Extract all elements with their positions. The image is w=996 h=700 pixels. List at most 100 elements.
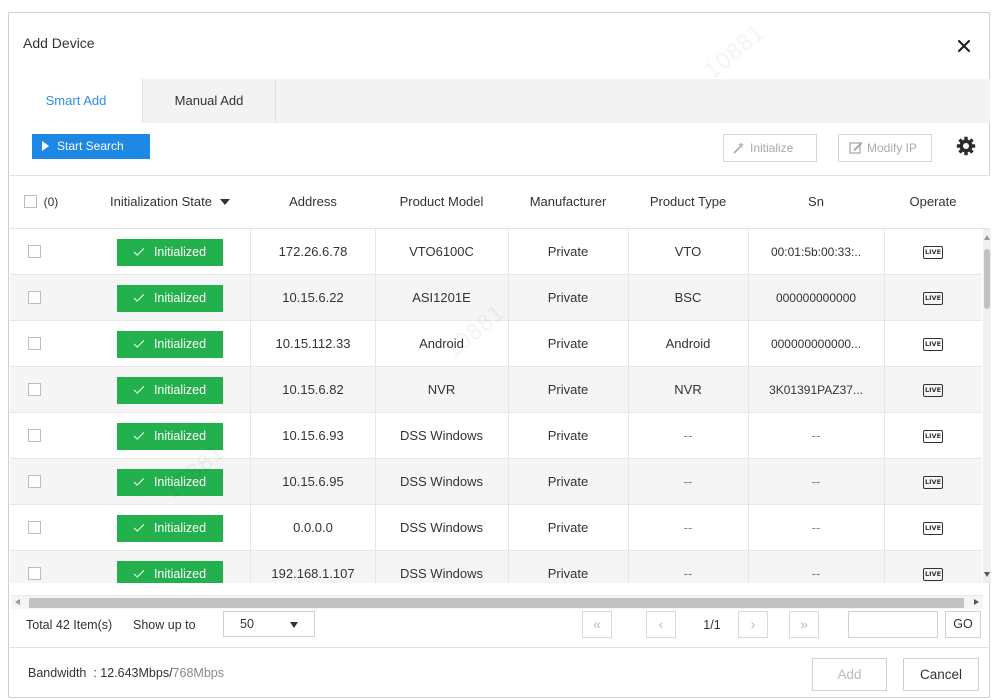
table-row: Initialized 10.15.6.95 DSS Windows Priva… (10, 459, 982, 505)
cell-address: 10.15.112.33 (275, 336, 351, 351)
live-icon[interactable]: LIVE (923, 430, 943, 444)
cell-address: 172.26.6.78 (278, 244, 348, 259)
scroll-down-icon[interactable] (984, 572, 990, 577)
table-body: Initialized 172.26.6.78 VTO6100C Private… (10, 229, 982, 583)
chevron-down-icon (290, 622, 298, 628)
cell-sn: 00:01:5b:00:33:.. (770, 245, 862, 259)
start-search-label: Start Search (57, 139, 124, 153)
tab-bar: Smart Add Manual Add (10, 79, 990, 123)
horizontal-scrollbar[interactable] (11, 595, 983, 609)
status-label: Initialized (153, 383, 207, 397)
cell-model: NVR (427, 382, 456, 397)
initialize-button[interactable]: Initialize (723, 134, 817, 162)
bandwidth-max: 768Mbps (172, 666, 224, 680)
cell-type: NVR (674, 382, 702, 397)
next-page-button[interactable]: › (738, 611, 768, 638)
live-icon[interactable]: LIVE (923, 246, 943, 260)
add-device-dialog: Add Device Smart Add Manual Add Start Se… (8, 12, 991, 698)
page-number-input[interactable] (848, 611, 938, 638)
tab-smart-add[interactable]: Smart Add (10, 79, 142, 123)
table-row: Initialized 192.168.1.107 DSS Windows Pr… (10, 551, 982, 583)
status-label: Initialized (153, 521, 207, 535)
header-address: Address (289, 194, 337, 209)
scroll-thumb[interactable] (984, 249, 990, 309)
live-icon[interactable]: LIVE (923, 568, 943, 582)
header-initialization-state[interactable]: Initialization State (90, 176, 250, 230)
status-badge: Initialized (117, 515, 223, 542)
toolbar: Start Search Initialize Modify IP (10, 133, 990, 173)
vertical-scrollbar[interactable] (983, 229, 991, 583)
cancel-button[interactable]: Cancel (903, 658, 979, 691)
row-checkbox[interactable] (27, 383, 41, 396)
modify-ip-label: Modify IP (867, 141, 918, 155)
check-icon (133, 429, 145, 440)
cell-type: BSC (674, 290, 702, 305)
check-icon (133, 337, 145, 348)
cell-manufacturer: Private (547, 474, 589, 489)
table-row: Initialized 10.15.112.33 Android Private… (10, 321, 982, 367)
scroll-thumb[interactable] (29, 598, 964, 608)
status-label: Initialized (153, 429, 207, 443)
cell-type: VTO (674, 244, 702, 259)
header-label: Initialization State (110, 194, 212, 209)
table-header: (0) Initialization State Address Product… (10, 175, 990, 229)
row-checkbox[interactable] (27, 475, 41, 488)
row-checkbox[interactable] (27, 245, 41, 258)
row-checkbox[interactable] (27, 291, 41, 304)
table-row: Initialized 10.15.6.82 NVR Private NVR 3… (10, 367, 982, 413)
live-icon[interactable]: LIVE (923, 384, 943, 398)
cell-address: 10.15.6.95 (282, 474, 344, 489)
total-items: Total 42 Item(s) (26, 618, 113, 632)
cell-model: ASI1201E (412, 290, 471, 305)
select-count: (0) (43, 195, 59, 209)
cell-address: 10.15.6.82 (282, 382, 344, 397)
modify-ip-button[interactable]: Modify IP (838, 134, 932, 162)
status-badge: Initialized (117, 239, 223, 266)
prev-page-button[interactable]: ‹ (646, 611, 676, 638)
page-size-select[interactable]: 50 (223, 611, 315, 637)
status-label: Initialized (153, 291, 207, 305)
scroll-left-icon[interactable] (15, 599, 20, 605)
row-checkbox[interactable] (27, 521, 41, 534)
table-row: Initialized 10.15.6.93 DSS Windows Priva… (10, 413, 982, 459)
check-icon (133, 567, 145, 578)
status-badge: Initialized (117, 285, 223, 312)
live-icon[interactable]: LIVE (923, 292, 943, 306)
gear-icon[interactable] (956, 136, 976, 156)
row-checkbox[interactable] (27, 429, 41, 442)
live-icon[interactable]: LIVE (923, 522, 943, 536)
cell-type: Android (665, 336, 711, 351)
scroll-up-icon[interactable] (984, 235, 990, 240)
row-checkbox[interactable] (27, 337, 41, 350)
cell-address: 192.168.1.107 (271, 566, 355, 581)
header-manufacturer: Manufacturer (529, 194, 607, 209)
initialize-label: Initialize (750, 141, 794, 155)
select-all-checkbox[interactable] (24, 195, 37, 208)
check-icon (133, 383, 145, 394)
scroll-right-icon[interactable] (974, 599, 979, 605)
device-table: (0) Initialization State Address Product… (10, 175, 991, 609)
check-icon (133, 475, 145, 486)
live-icon[interactable]: LIVE (923, 338, 943, 352)
show-up-to-label: Show up to (133, 618, 196, 632)
start-search-button[interactable]: Start Search (32, 134, 150, 159)
tab-manual-add[interactable]: Manual Add (142, 79, 276, 123)
sort-down-icon[interactable] (219, 199, 230, 205)
go-button[interactable]: GO (945, 611, 981, 638)
last-page-button[interactable]: » (789, 611, 819, 638)
cell-model: DSS Windows (399, 474, 484, 489)
add-button[interactable]: Add (812, 658, 887, 691)
dialog-footer: Bandwidth : 12.643Mbps/768Mbps Add Cance… (10, 647, 990, 697)
first-page-button[interactable]: « (582, 611, 612, 638)
close-icon[interactable] (957, 39, 977, 59)
live-icon[interactable]: LIVE (923, 476, 943, 490)
cell-manufacturer: Private (547, 520, 589, 535)
cell-model: DSS Windows (399, 520, 484, 535)
bandwidth-label: Bandwidth : 12.643Mbps/ (28, 666, 173, 680)
row-checkbox[interactable] (27, 567, 41, 580)
initialize-icon (732, 137, 746, 163)
header-sn: Sn (808, 194, 824, 209)
cell-manufacturer: Private (547, 428, 589, 443)
cell-sn: -- (811, 474, 821, 489)
cell-manufacturer: Private (547, 566, 589, 581)
